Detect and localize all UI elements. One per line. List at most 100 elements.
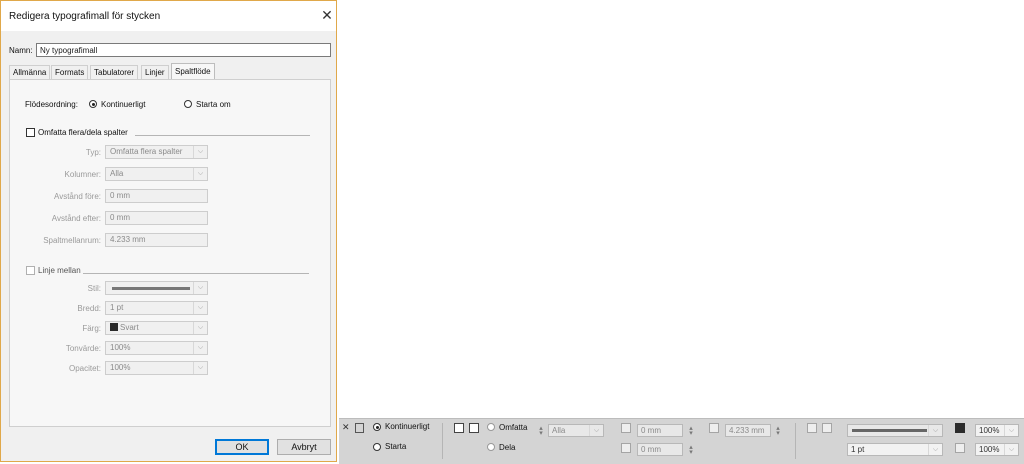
tab-linjer[interactable]: Linjer: [141, 65, 169, 79]
span-type-value: Omfatta flera spalter: [110, 147, 183, 156]
tab-allmanna[interactable]: Allmänna: [9, 65, 51, 79]
cb-rule-weight-value: 1 pt: [851, 445, 865, 454]
chevron-down-icon: ⌵: [193, 302, 207, 314]
close-icon[interactable]: ✕: [319, 7, 335, 23]
chevron-down-icon: ⌵: [193, 322, 207, 334]
rule-color-dropdown[interactable]: Svart ⌵: [105, 321, 208, 335]
stepper-icon[interactable]: ▴ ▾: [537, 425, 545, 437]
cb-space-after-input[interactable]: 0 mm: [637, 443, 683, 456]
span-columns-icon: [469, 423, 479, 433]
color-swatch: [110, 323, 118, 331]
cb-span-label: Omfatta: [499, 423, 528, 432]
section-divider: [135, 135, 310, 136]
tab-spaltflode[interactable]: Spaltflöde: [171, 63, 215, 79]
columns-label: Kolumner:: [64, 170, 101, 179]
columns-dropdown[interactable]: Alla ⌵: [105, 167, 208, 181]
cb-opacity-value: 100%: [979, 445, 1000, 454]
cb-radio-restart[interactable]: [373, 443, 381, 451]
rule-weight-dropdown[interactable]: 1 pt ⌵: [105, 301, 208, 315]
stepper-icon[interactable]: ▴ ▾: [687, 425, 695, 437]
chevron-down-icon: ⌵: [1004, 425, 1018, 436]
tab-tabulatorer[interactable]: Tabulatorer: [90, 65, 139, 79]
dialog-title: Redigera typografimall för stycken: [9, 11, 161, 22]
chevron-down-icon: ⌵: [589, 425, 603, 436]
control-bar: ✕ Kontinuerligt Starta Omfatta Dela ▴ ▾ A…: [339, 418, 1024, 464]
rule-tint-value: 100%: [110, 343, 131, 352]
stepper-icon[interactable]: ▴ ▾: [687, 444, 695, 456]
radio-continuous[interactable]: [89, 100, 97, 108]
rule-weight-value: 1 pt: [110, 303, 124, 312]
rule-checkbox[interactable]: [807, 423, 817, 433]
rule-opacity-dropdown[interactable]: 100% ⌵: [105, 361, 208, 375]
stepper-icon[interactable]: ▴ ▾: [774, 425, 782, 437]
flow-order-label: Flödesordning:: [25, 100, 78, 109]
radio-restart[interactable]: [184, 100, 192, 108]
chevron-down-icon: ⌵: [193, 362, 207, 374]
rule-weight-label: Bredd:: [77, 304, 101, 313]
span-checkbox[interactable]: [454, 423, 464, 433]
paragraph-style-dialog: Redigera typografimall för stycken ✕ Nam…: [0, 0, 337, 462]
rule-icon: [822, 423, 832, 433]
cb-space-before-input[interactable]: 0 mm: [637, 424, 683, 437]
cb-rule-weight-dropdown[interactable]: 1 pt ⌵: [847, 443, 943, 456]
cb-rule-style-dropdown[interactable]: ⌵: [847, 424, 943, 437]
space-before-icon: [621, 423, 631, 433]
style-name-input[interactable]: Ny typografimall: [36, 43, 331, 57]
span-columns-checkbox[interactable]: [26, 128, 35, 137]
span-columns-label: Omfatta flera/dela spalter: [38, 128, 128, 137]
chevron-down-icon: ⌵: [193, 146, 207, 158]
rule-tint-dropdown[interactable]: 100% ⌵: [105, 341, 208, 355]
solid-line-swatch: [112, 287, 190, 290]
cb-radio-continuous[interactable]: [373, 423, 381, 431]
chevron-down-icon: ⌵: [928, 425, 942, 436]
rule-color-label: Färg:: [82, 324, 101, 333]
rule-tint-label: Tonvärde:: [65, 344, 101, 353]
chevron-down-icon: ⌵: [1004, 444, 1018, 455]
separator: [795, 423, 796, 459]
gutter-icon: [709, 423, 719, 433]
solid-line-swatch: [852, 429, 927, 432]
cb-tint-value: 100%: [979, 426, 1000, 435]
rule-between-label: Linje mellan: [38, 266, 81, 275]
gutter-input[interactable]: 4.233 mm: [105, 233, 208, 247]
color-swatch-icon[interactable]: [955, 423, 965, 433]
space-after-label: Avstånd efter:: [51, 214, 101, 223]
cb-columns-dropdown[interactable]: Alla ⌵: [548, 424, 604, 437]
space-after-input[interactable]: 0 mm: [105, 211, 208, 225]
cb-gutter-input[interactable]: 4.233 mm: [725, 424, 771, 437]
cb-split-label: Dela: [499, 443, 516, 452]
cb-opacity-dropdown[interactable]: 100% ⌵: [975, 443, 1019, 456]
rule-color-value: Svart: [120, 323, 139, 332]
cb-radio-split[interactable]: [487, 443, 495, 451]
rule-style-dropdown[interactable]: ⌵: [105, 281, 208, 295]
ok-button[interactable]: OK: [215, 439, 269, 455]
span-type-dropdown[interactable]: Omfatta flera spalter ⌵: [105, 145, 208, 159]
cb-restart-label: Starta: [385, 442, 407, 451]
rule-style-label: Stil:: [87, 284, 101, 293]
cancel-button[interactable]: Avbryt: [277, 439, 331, 455]
chevron-down-icon: ⌵: [193, 168, 207, 180]
tab-formats[interactable]: Formats: [51, 65, 89, 79]
space-before-input[interactable]: 0 mm: [105, 189, 208, 203]
columns-icon: [355, 423, 364, 433]
rule-opacity-label: Opacitet:: [68, 364, 101, 373]
cb-radio-span[interactable]: [487, 423, 495, 431]
gap-color-icon[interactable]: [955, 443, 965, 453]
space-after-icon: [621, 443, 631, 453]
rule-between-checkbox[interactable]: [26, 266, 35, 275]
separator: [442, 423, 443, 459]
rule-opacity-value: 100%: [110, 363, 131, 372]
cb-columns-value: Alla: [552, 426, 566, 435]
name-label: Namn:: [9, 46, 33, 55]
chevron-down-icon: ⌵: [928, 444, 942, 455]
cb-continuous-label: Kontinuerligt: [385, 422, 430, 431]
close-icon[interactable]: ✕: [342, 422, 350, 433]
columns-value: Alla: [110, 169, 124, 178]
section-divider: [83, 273, 309, 274]
chevron-down-icon: ⌵: [193, 282, 207, 294]
space-before-label: Avstånd före:: [54, 192, 101, 201]
chevron-down-icon: ⌵: [193, 342, 207, 354]
dialog-titlebar: Redigera typografimall för stycken ✕: [1, 1, 336, 31]
cb-tint-dropdown[interactable]: 100% ⌵: [975, 424, 1019, 437]
gutter-label: Spaltmellanrum:: [43, 236, 101, 245]
